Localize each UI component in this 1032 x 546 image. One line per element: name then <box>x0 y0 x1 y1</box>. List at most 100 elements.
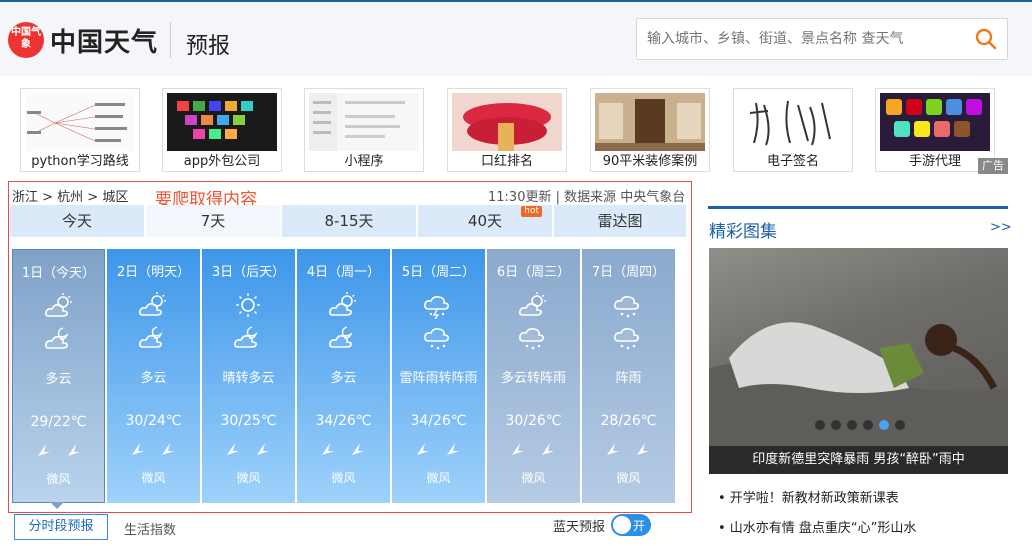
day-date: 1日（今天） <box>21 266 96 281</box>
bluesky-toggle[interactable]: 开 <box>611 514 651 536</box>
gallery-title[interactable]: 精彩图集 <box>709 217 777 242</box>
toggle-knob <box>613 516 631 534</box>
toggle-label: 开 <box>633 519 646 533</box>
day-date: 2日（明天） <box>116 265 191 280</box>
day-card[interactable]: 7日（周四） 阵雨 28/26℃ 微风 <box>582 249 675 503</box>
photo-scene-icon <box>709 322 1008 474</box>
wind-direction-icon <box>414 439 464 459</box>
update-info: 11:30更新 | 数据来源 中央气象台 <box>488 190 686 205</box>
bluesky-label: 蓝天预报 <box>553 520 606 535</box>
tab-life-index[interactable]: 生活指数 <box>124 519 176 538</box>
shower-icon <box>517 323 549 351</box>
header-divider <box>170 22 171 58</box>
screenshot-thumbnail-icon <box>309 93 419 151</box>
gallery-photo[interactable] <box>709 248 1008 474</box>
carousel-dots <box>815 420 915 432</box>
carousel-dot[interactable] <box>847 420 857 430</box>
forecast-tabs: 今天 7天 8-15天 40天 hot 雷达图 <box>10 205 686 237</box>
day-card[interactable]: 3日（后天） 晴转多云 30/25℃ 微风 <box>202 249 295 503</box>
day-weather: 雷阵雨转阵雨 <box>399 371 478 386</box>
day-card[interactable]: 6日（周三） 多云转阵雨 30/26℃ 微风 <box>487 249 580 503</box>
section-title: 预报 <box>186 34 231 59</box>
tab-hourly-forecast[interactable]: 分时段预报 <box>14 514 108 540</box>
day-wind: 微风 <box>331 471 356 485</box>
search-icon[interactable] <box>975 28 997 50</box>
ad-decoration[interactable]: 90平米装修案例 <box>590 88 710 172</box>
wind-direction-icon <box>224 439 274 459</box>
wind-direction-icon <box>129 439 179 459</box>
ad-lipstick[interactable]: 口红排名 <box>447 88 567 172</box>
search-box <box>636 18 1008 60</box>
gallery-caption[interactable]: 印度新德里突降暴雨 男孩“醉卧”雨中 <box>709 446 1008 474</box>
brand-name[interactable]: 中国天气 <box>50 22 158 59</box>
day-card[interactable]: 1日（今天） 多云 29/22℃ 微风 <box>12 249 105 503</box>
day-temperature: 29/22℃ <box>30 414 87 430</box>
ad-caption: python学习路线 <box>31 154 129 169</box>
day-card[interactable]: 5日（周二） 雷阵雨转阵雨 34/26℃ 微风 <box>392 249 485 503</box>
ad-miniprogram[interactable]: 小程序 <box>304 88 424 172</box>
ad-caption: 口红排名 <box>480 154 533 169</box>
partly-cloudy-day-icon <box>43 292 75 320</box>
day-card[interactable]: 4日（周一） 多云 34/26℃ 微风 <box>297 249 390 503</box>
partly-cloudy-night-icon <box>43 324 75 352</box>
day-temperature: 34/26℃ <box>410 413 467 429</box>
selected-day-pointer <box>50 502 64 509</box>
day-date: 7日（周四） <box>591 265 666 280</box>
ad-caption: 小程序 <box>344 154 384 169</box>
seven-day-forecast: 1日（今天） 多云 29/22℃ 微风 2日（明天） 多云 30/24℃ 微风 … <box>12 249 676 503</box>
news-item[interactable]: • 开学啦！新教材新政策新课表 <box>718 487 899 506</box>
day-temperature: 34/26℃ <box>315 413 372 429</box>
carousel-dot[interactable] <box>895 420 905 430</box>
game-icons-thumbnail-icon <box>880 93 990 151</box>
interior-thumbnail-icon <box>595 93 705 151</box>
ad-app[interactable]: app外包公司 <box>162 88 282 172</box>
day-date: 3日（后天） <box>211 265 286 280</box>
wind-direction-icon <box>509 439 559 459</box>
tab-today[interactable]: 今天 <box>10 205 144 237</box>
ad-mobilegame[interactable]: 手游代理 <box>875 88 995 172</box>
partly-cloudy-night-icon <box>327 323 359 351</box>
wind-direction-icon <box>604 439 654 459</box>
day-weather: 阵雨 <box>615 371 642 386</box>
day-weather: 多云 <box>140 371 167 386</box>
day-wind: 微风 <box>616 471 641 485</box>
day-weather: 多云 <box>45 372 72 387</box>
wind-direction-icon <box>35 440 85 460</box>
ad-caption: 电子签名 <box>766 154 819 169</box>
day-card[interactable]: 2日（明天） 多云 30/24℃ 微风 <box>107 249 200 503</box>
tab-radar[interactable]: 雷达图 <box>554 205 686 237</box>
gallery-more-link[interactable]: >> <box>990 220 1012 235</box>
ad-python[interactable]: python学习路线 <box>20 88 140 172</box>
signature-thumbnail-icon <box>738 93 848 151</box>
sunny-icon <box>232 291 264 319</box>
carousel-dot[interactable] <box>815 420 825 430</box>
carousel-dot[interactable] <box>863 420 873 430</box>
search-input[interactable] <box>645 27 965 51</box>
partly-cloudy-day-icon <box>327 291 359 319</box>
tab-40day[interactable]: 40天 hot <box>418 205 552 237</box>
cma-logo-icon[interactable]: 中国气象 <box>8 22 44 58</box>
day-wind: 微风 <box>426 471 451 485</box>
shower-icon <box>612 291 644 319</box>
news-item[interactable]: • 山水亦有情 盘点重庆“心”形山水 <box>718 517 916 536</box>
partly-cloudy-day-icon <box>137 291 169 319</box>
carousel-dot[interactable] <box>831 420 841 430</box>
mindmap-thumbnail-icon <box>25 93 135 151</box>
ad-caption: app外包公司 <box>183 154 261 169</box>
app-icons-thumbnail-icon <box>167 93 277 151</box>
tab-8-15day[interactable]: 8-15天 <box>282 205 416 237</box>
tab-7day[interactable]: 7天 <box>146 205 280 237</box>
shower-icon <box>612 323 644 351</box>
day-wind: 微风 <box>46 472 71 486</box>
hot-badge: hot <box>521 206 542 217</box>
carousel-dot-active[interactable] <box>879 420 889 430</box>
day-temperature: 30/26℃ <box>505 413 562 429</box>
site-header: 中国气象 中国天气 预报 <box>0 2 1032 76</box>
partly-cloudy-night-icon <box>137 323 169 351</box>
day-weather: 晴转多云 <box>222 371 275 386</box>
ad-esign[interactable]: 电子签名 <box>733 88 853 172</box>
breadcrumb[interactable]: 浙江 > 杭州 > 城区 <box>12 186 128 205</box>
day-temperature: 28/26℃ <box>600 413 657 429</box>
day-date: 6日（周三） <box>496 265 571 280</box>
gallery-top-border <box>708 206 1008 209</box>
